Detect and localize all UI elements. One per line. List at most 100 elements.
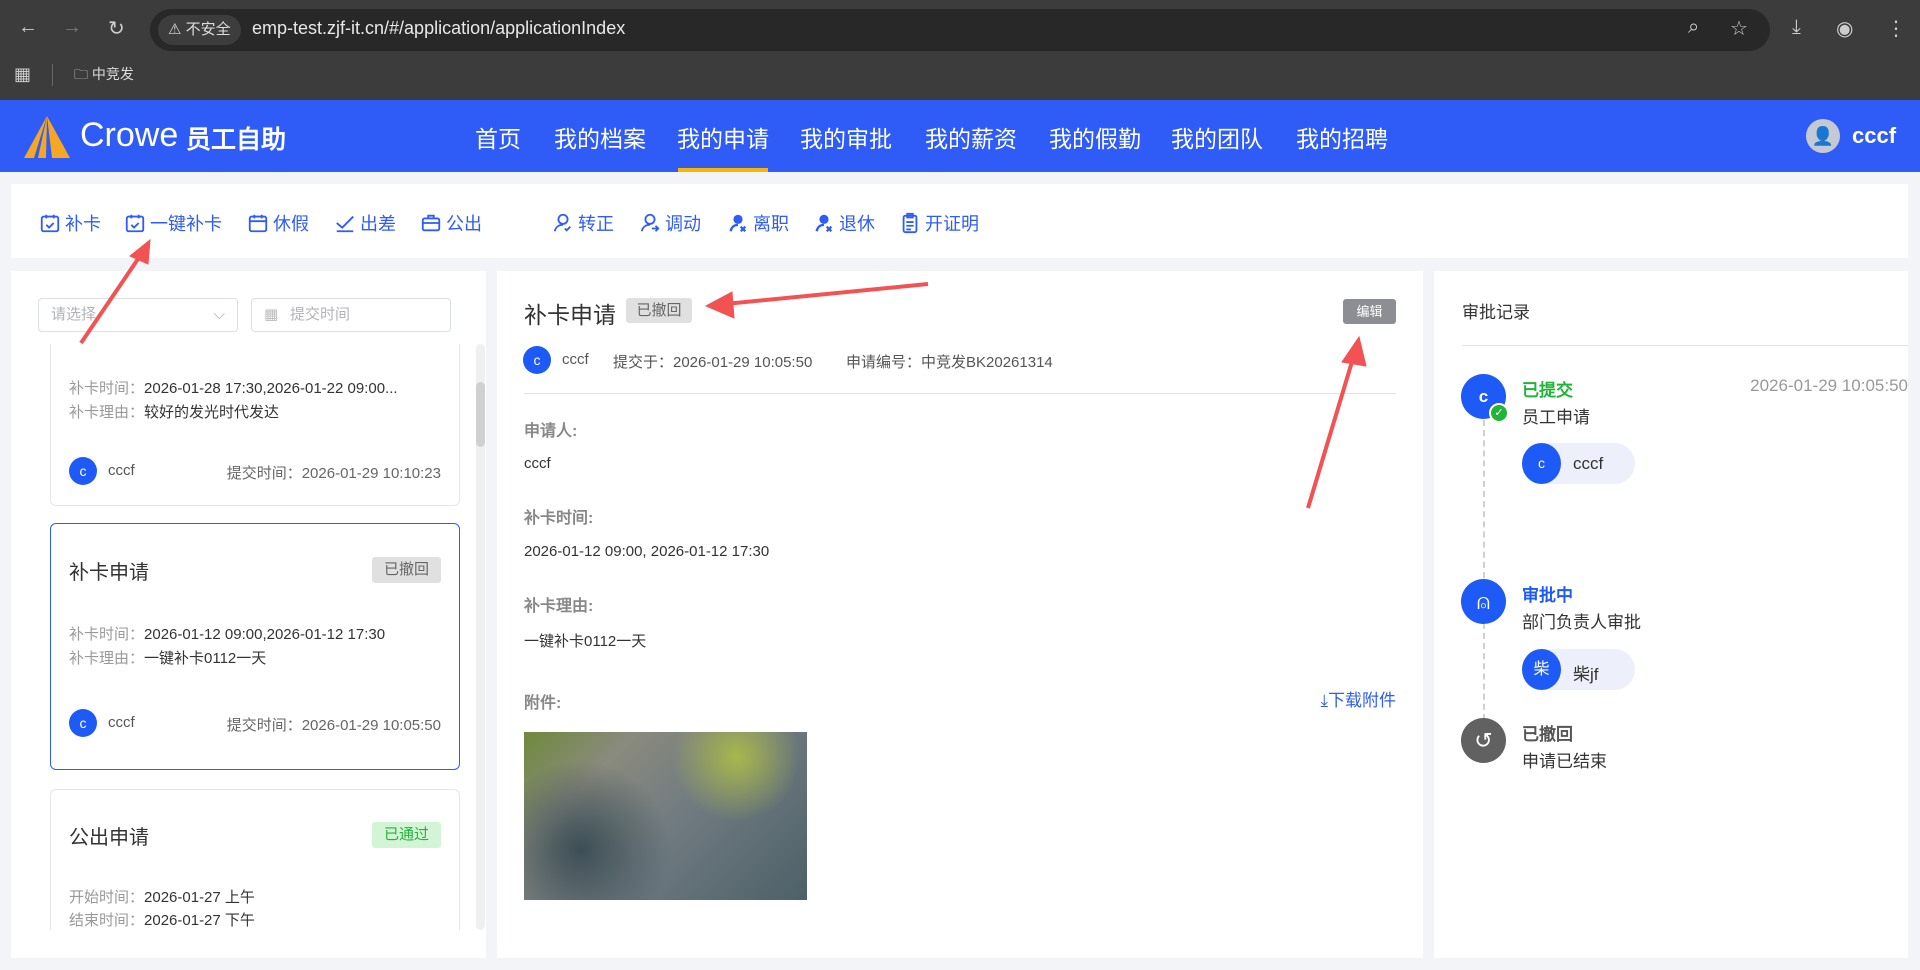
tool-label: 离职 — [753, 214, 789, 234]
download-attachment-link[interactable]: ⤓下载附件 — [1320, 686, 1396, 711]
approval-panel — [1434, 271, 1908, 958]
tool-transfer[interactable]: 调动 — [639, 210, 701, 236]
field-label: 补卡时间： — [69, 380, 145, 397]
applicant-name: cccf — [108, 714, 135, 731]
star-icon[interactable]: ☆ — [1730, 16, 1748, 41]
avatar: c — [69, 709, 97, 737]
nav-home[interactable]: 首页 — [475, 120, 521, 154]
applicant-name: cccf — [108, 462, 135, 479]
type-select[interactable]: 请选择 ⌵ — [38, 298, 238, 332]
avatar: c — [69, 457, 97, 485]
edit-button[interactable]: 编辑 — [1343, 299, 1396, 324]
tool-regularization[interactable]: 转正 — [552, 210, 614, 236]
forward-icon[interactable]: → — [62, 16, 82, 39]
download-label: 下载附件 — [1328, 691, 1396, 710]
reload-icon[interactable]: ↻ — [108, 16, 125, 41]
menu-icon[interactable]: ⋮ — [1886, 16, 1906, 41]
approver-name: 柴jf — [1573, 665, 1599, 684]
profile-icon[interactable]: ◉ — [1836, 16, 1853, 41]
apps-icon[interactable]: ▦ — [14, 64, 31, 85]
punch-reason-label: 补卡理由: — [524, 598, 594, 615]
tool-outing[interactable]: 公出 — [420, 210, 482, 236]
chevron-down-icon: ⌵ — [213, 306, 225, 323]
user-remove-icon — [729, 214, 747, 233]
tool-resign[interactable]: 离职 — [727, 210, 789, 236]
nav-team[interactable]: 我的团队 — [1171, 120, 1263, 154]
attachment-label: 附件: — [524, 695, 562, 712]
punch-time-value: 2026-01-12 09:00, 2026-01-12 17:30 — [524, 543, 770, 560]
field-value: 2026-01-27 上午 — [144, 889, 255, 906]
field-label: 补卡理由： — [69, 404, 145, 421]
field-value: 2026-01-12 09:00,2026-01-12 17:30 — [144, 626, 386, 643]
nav-recruit[interactable]: 我的招聘 — [1296, 120, 1388, 154]
application-list: 补卡时间：2026-01-28 17:30,2026-01-22 09:00..… — [11, 344, 486, 930]
bookmark-label: 中竞发 — [91, 66, 134, 82]
user-transfer-icon — [640, 213, 660, 232]
bookmark-folder[interactable]: 🗀 中竞发 — [74, 64, 134, 88]
zoom-icon[interactable]: ⌕ — [1688, 16, 1699, 39]
detail-status-badge: 已撤回 — [626, 298, 692, 323]
list-item-selected[interactable]: 补卡申请 已撤回 补卡时间：2026-01-12 09:00,2026-01-1… — [50, 523, 460, 770]
tool-leave[interactable]: 休假 — [247, 210, 309, 236]
user-avatar[interactable]: 👤 — [1806, 119, 1840, 153]
step-desc: 员工申请 — [1522, 408, 1590, 427]
field-value: 较好的发光时代发达 — [144, 404, 280, 421]
stamp-icon: ⍝ — [1461, 579, 1506, 624]
nav-leave[interactable]: 我的假勤 — [1049, 120, 1141, 154]
tool-label: 一键补卡 — [150, 214, 222, 234]
tool-punch[interactable]: 补卡 — [39, 210, 101, 236]
security-indicator[interactable]: ⚠ 不安全 — [158, 15, 241, 45]
applicant-value: cccf — [524, 455, 551, 472]
tool-label: 调动 — [665, 214, 701, 234]
date-placeholder: 提交时间 — [290, 306, 351, 323]
list-item[interactable]: 补卡时间：2026-01-28 17:30,2026-01-22 09:00..… — [50, 344, 460, 506]
applicant-label: 申请人: — [524, 423, 578, 440]
plane-icon — [336, 215, 354, 233]
crowe-logo-icon — [24, 116, 70, 158]
briefcase-icon — [421, 214, 441, 232]
document-icon — [902, 212, 918, 234]
field-label: 补卡理由： — [69, 650, 145, 667]
tool-label: 出差 — [360, 214, 396, 234]
status-badge: 已撤回 — [372, 557, 441, 583]
tool-quick-punch[interactable]: 一键补卡 — [124, 210, 222, 236]
status-badge: 已通过 — [372, 822, 441, 848]
nav-profile[interactable]: 我的档案 — [554, 120, 646, 154]
submitted-time: 提交于：2026-01-29 10:05:50 — [613, 354, 813, 371]
list-item[interactable]: 公出申请 已通过 开始时间：2026-01-27 上午 结束时间：2026-01… — [50, 789, 460, 930]
calendar-icon: ▦ — [264, 306, 279, 323]
scrollbar-thumb[interactable] — [476, 382, 485, 447]
timeline-line — [1483, 420, 1485, 720]
calendar-check-icon — [40, 214, 60, 233]
field-value: 2026-01-28 17:30,2026-01-22 09:00... — [144, 380, 398, 397]
calendar-check-icon — [125, 214, 145, 233]
nav-applications[interactable]: 我的申请 — [677, 120, 769, 154]
user-retire-icon — [815, 214, 833, 233]
step-status: 审批中 — [1522, 586, 1573, 605]
punch-time-label: 补卡时间: — [524, 510, 594, 527]
back-icon[interactable]: ← — [18, 16, 38, 39]
submit-time: 提交时间：2026-01-29 10:05:50 — [226, 717, 441, 734]
field-label: 开始时间： — [69, 889, 145, 906]
select-placeholder: 请选择 — [51, 306, 97, 323]
field-label: 结束时间： — [69, 912, 145, 929]
approver-name: cccf — [1573, 454, 1604, 473]
tool-business-trip[interactable]: 出差 — [334, 210, 396, 236]
tool-label: 补卡 — [65, 214, 101, 234]
applicant-avatar: c — [523, 346, 551, 374]
list-scrollbar[interactable] — [476, 344, 485, 930]
submit-time: 提交时间：2026-01-29 10:10:23 — [226, 465, 441, 482]
url-text[interactable]: emp-test.zjf-it.cn/#/application/applica… — [252, 18, 625, 39]
step-time: 2026-01-29 10:05:50 — [1750, 376, 1908, 395]
brand-name: Crowe — [80, 116, 179, 154]
approver-chip: c cccf — [1522, 443, 1635, 484]
nav-approvals[interactable]: 我的审批 — [800, 120, 892, 154]
submit-time-picker[interactable]: ▦ 提交时间 — [251, 298, 451, 332]
user-name[interactable]: cccf — [1852, 123, 1896, 149]
tool-retire[interactable]: 退休 — [813, 210, 875, 236]
tool-certificate[interactable]: 开证明 — [899, 210, 979, 236]
divider — [524, 393, 1396, 394]
attachment-image[interactable] — [524, 732, 807, 900]
download-icon[interactable]: ⤓ — [1792, 16, 1801, 39]
nav-salary[interactable]: 我的薪资 — [925, 120, 1017, 154]
